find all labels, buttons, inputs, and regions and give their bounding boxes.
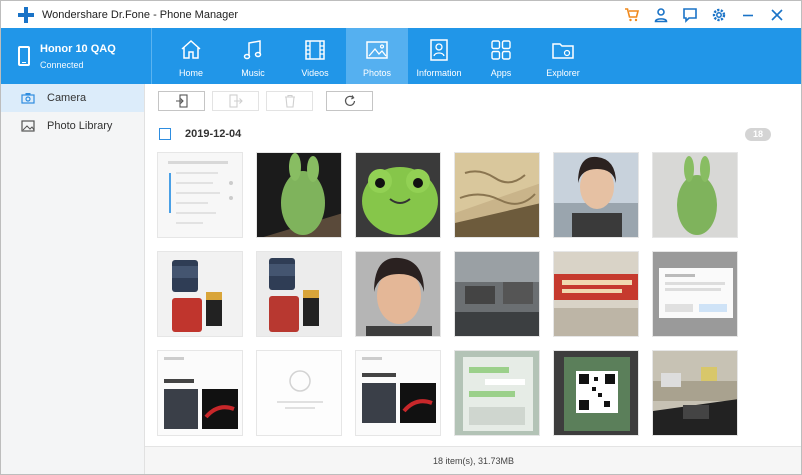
sidebar-item-label: Camera (47, 92, 87, 104)
close-icon[interactable] (767, 5, 787, 25)
device-name: Honor 10 QAQ (40, 42, 116, 55)
title-bar-controls (622, 1, 787, 29)
group-date: 2019-12-04 (185, 128, 242, 140)
photo-thumbnail[interactable] (355, 350, 441, 436)
minimize-icon[interactable] (738, 5, 758, 25)
photo-thumbnail[interactable] (256, 251, 342, 337)
photo-thumbnail[interactable] (454, 251, 540, 337)
export-button[interactable] (212, 91, 259, 111)
tab-information[interactable]: Information (408, 28, 470, 84)
sidebar-item-camera[interactable]: Camera (1, 84, 144, 112)
toolbar (145, 84, 802, 116)
group-count-badge: 18 (745, 128, 771, 141)
title-bar: Wondershare Dr.Fone - Phone Manager (0, 0, 802, 28)
import-button[interactable] (158, 91, 205, 111)
sidebar: Camera Photo Library (0, 84, 145, 475)
photo-thumbnail[interactable] (355, 152, 441, 238)
contact-card-icon (430, 39, 448, 61)
home-icon (181, 39, 201, 59)
photo-thumbnail[interactable] (454, 152, 540, 238)
photo-thumbnail[interactable] (355, 251, 441, 337)
tab-explorer[interactable]: Explorer (532, 28, 594, 84)
import-icon (175, 94, 188, 108)
refresh-button[interactable] (326, 91, 373, 111)
film-icon (305, 40, 325, 60)
device-info[interactable]: Honor 10 QAQ Connected (0, 28, 152, 84)
tab-label: Music (241, 68, 265, 78)
tab-music[interactable]: Music (222, 28, 284, 84)
cart-icon[interactable] (622, 5, 642, 25)
photo-thumbnail[interactable] (256, 350, 342, 436)
feedback-icon[interactable] (680, 5, 700, 25)
drfone-logo-icon (18, 6, 34, 23)
apps-grid-icon (491, 40, 511, 60)
photo-thumbnail[interactable] (553, 152, 639, 238)
refresh-icon (344, 95, 355, 106)
tab-label: Photos (362, 68, 392, 78)
sidebar-item-label: Photo Library (47, 120, 113, 132)
tab-videos[interactable]: Videos (284, 28, 346, 84)
photo-thumbnail[interactable] (157, 251, 243, 337)
tab-photos[interactable]: Photos (346, 28, 408, 84)
photo-icon (366, 41, 388, 59)
tab-apps[interactable]: Apps (470, 28, 532, 84)
status-text: 18 item(s), 31.73MB (432, 456, 515, 466)
image-icon (21, 120, 35, 132)
camera-icon (21, 92, 35, 104)
photo-thumbnail[interactable] (553, 350, 639, 436)
select-group-checkbox[interactable] (159, 128, 171, 140)
export-icon (228, 94, 243, 108)
photo-thumbnail[interactable] (256, 152, 342, 238)
tab-label: Apps (490, 68, 512, 78)
nav-tabs: Home Music Videos Photos Information App… (160, 28, 594, 84)
user-icon[interactable] (651, 5, 671, 25)
trash-icon (284, 94, 295, 108)
tab-label: Information (416, 68, 462, 78)
main-nav-bar: Honor 10 QAQ Connected Home Music Videos… (0, 28, 802, 84)
photo-thumbnail[interactable] (157, 350, 243, 436)
tab-label: Videos (301, 68, 329, 78)
photo-thumbnail[interactable] (454, 350, 540, 436)
device-status: Connected (40, 59, 84, 70)
tab-home[interactable]: Home (160, 28, 222, 84)
tab-label: Explorer (546, 68, 580, 78)
tab-label: Home (178, 68, 203, 78)
delete-button[interactable] (266, 91, 313, 111)
settings-icon[interactable] (709, 5, 729, 25)
status-bar: 18 item(s), 31.73MB (145, 446, 802, 475)
photo-thumbnail[interactable] (157, 152, 243, 238)
music-icon (243, 40, 262, 60)
folder-icon (552, 43, 574, 59)
photo-thumbnail[interactable] (553, 251, 639, 337)
sidebar-item-photo-library[interactable]: Photo Library (1, 112, 144, 140)
phone-icon (18, 46, 30, 66)
date-group-header: 2019-12-04 18 (145, 128, 802, 142)
photo-thumbnail[interactable] (652, 251, 738, 337)
app-title: Wondershare Dr.Fone - Phone Manager (42, 8, 239, 21)
photo-thumbnail[interactable] (652, 350, 738, 436)
photo-thumbnail[interactable] (652, 152, 738, 238)
photo-grid-area: 2019-12-04 18 (145, 116, 802, 446)
